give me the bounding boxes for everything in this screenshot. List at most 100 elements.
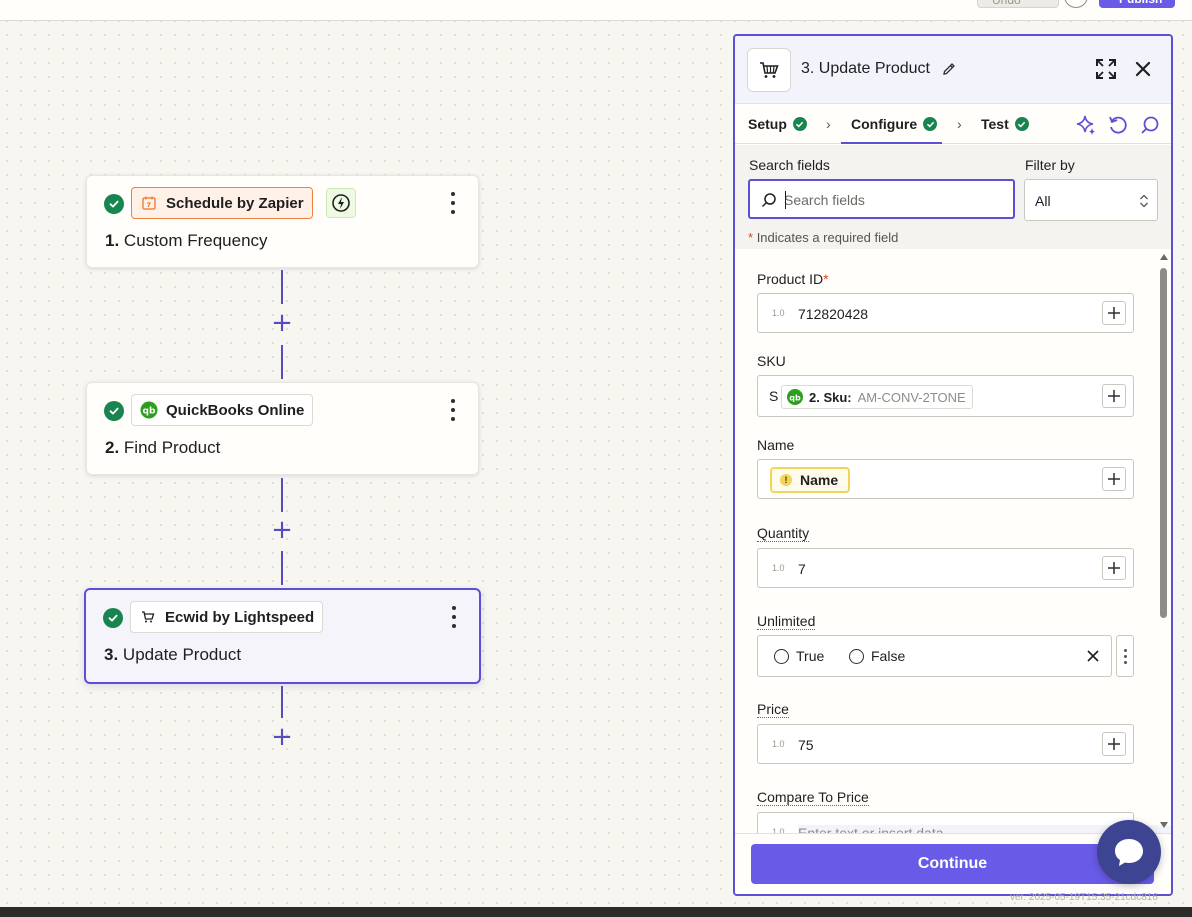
required-note: * Indicates a required field	[748, 230, 899, 245]
bolt-icon	[326, 188, 356, 218]
chat-support-button[interactable]	[1097, 820, 1161, 884]
panel-header: 3. Update Product	[735, 36, 1171, 104]
connector-line	[281, 270, 283, 304]
price-field[interactable]: 1.0 75	[757, 724, 1134, 764]
scroll-up-arrow[interactable]	[1160, 254, 1168, 260]
insert-data-button[interactable]	[1102, 732, 1126, 756]
active-tab-indicator	[841, 142, 942, 144]
connector-line	[281, 686, 283, 718]
calendar-icon	[140, 194, 158, 212]
cart-icon	[747, 48, 791, 92]
check-icon	[792, 117, 807, 131]
tab-configure[interactable]: Configure	[851, 116, 938, 132]
step-menu-button[interactable]	[450, 399, 456, 421]
check-icon	[103, 608, 123, 628]
connector-line	[281, 345, 283, 379]
app-name: Ecwid by Lightspeed	[165, 608, 315, 626]
quickbooks-icon: qb	[140, 401, 158, 419]
check-icon	[104, 194, 124, 214]
window-bottom-edge	[0, 907, 1192, 917]
filter-select[interactable]: All	[1024, 179, 1158, 221]
tab-setup[interactable]: Setup	[748, 116, 807, 132]
check-icon	[923, 117, 938, 131]
price-label: Price	[757, 701, 789, 718]
search-text-field[interactable]	[784, 190, 1004, 210]
compare-to-price-field[interactable]: 1.0 Enter text or insert data	[757, 812, 1171, 833]
mapped-data-chip[interactable]: qb 2. Sku: AM-CONV-2TONE	[781, 385, 973, 409]
app-name: QuickBooks Online	[166, 401, 305, 419]
tab-test[interactable]: Test	[981, 116, 1029, 132]
undo-button[interactable]: Undo	[977, 0, 1059, 8]
insert-data-button[interactable]	[1102, 301, 1126, 325]
chat-icon	[1115, 839, 1143, 866]
connector-line	[281, 478, 283, 512]
radio-false[interactable]: False	[849, 648, 905, 664]
radio-true[interactable]: True	[774, 648, 824, 664]
chevron-right-icon: ›	[826, 116, 831, 132]
search-icon[interactable]	[1139, 114, 1161, 136]
warning-icon: !	[780, 474, 792, 486]
clear-icon[interactable]	[1084, 647, 1102, 665]
updown-chevron-icon	[1140, 194, 1148, 208]
step-card-3[interactable]: Ecwid by Lightspeed 3. Update Product	[84, 588, 481, 684]
close-icon[interactable]	[1133, 59, 1153, 79]
unlimited-field: True False	[757, 635, 1112, 677]
app-pill-ecwid: Ecwid by Lightspeed	[130, 601, 324, 633]
app-name: Schedule by Zapier	[166, 194, 304, 212]
add-step-icon[interactable]: +	[270, 517, 294, 543]
number-type-icon: 1.0	[772, 739, 785, 749]
sku-label: SKU	[757, 353, 786, 369]
product-id-label: Product ID*	[757, 271, 829, 287]
panel-title: 3. Update Product	[801, 60, 930, 77]
insert-data-button[interactable]	[1102, 556, 1126, 580]
step-card-2[interactable]: qb QuickBooks Online 2. Find Product	[86, 382, 479, 475]
check-icon	[1014, 117, 1029, 131]
app-pill-quickbooks: qb QuickBooks Online	[131, 394, 314, 426]
quickbooks-icon: qb	[787, 389, 803, 405]
pencil-icon[interactable]	[941, 61, 957, 77]
name-label: Name	[757, 437, 795, 453]
expand-icon[interactable]	[1095, 58, 1117, 80]
cart-icon	[139, 608, 157, 626]
step-title: 3. Update Product	[104, 645, 242, 664]
product-id-field[interactable]: 1.0 712820428	[757, 293, 1134, 333]
number-type-icon: 1.0	[772, 563, 785, 573]
field-options-button[interactable]	[1116, 635, 1134, 677]
insert-data-button[interactable]	[1102, 467, 1126, 491]
step-card-1[interactable]: Schedule by Zapier 1. Custom Frequency	[86, 175, 479, 268]
step-menu-button[interactable]	[451, 606, 457, 628]
continue-button[interactable]: Continue	[751, 844, 1154, 884]
top-bar: Undo Publish	[0, 0, 1192, 21]
scroll-thumb[interactable]	[1160, 268, 1167, 618]
step-menu-button[interactable]	[450, 192, 456, 214]
svg-text:qb: qb	[143, 407, 156, 417]
fields-list: Product ID* 1.0 712820428 SKU S qb 2. Sk…	[735, 249, 1171, 833]
insert-data-button[interactable]	[1102, 384, 1126, 408]
name-field[interactable]: ! Name	[757, 459, 1134, 499]
search-fields-label: Search fields	[749, 157, 830, 173]
sku-field[interactable]: S qb 2. Sku: AM-CONV-2TONE	[757, 375, 1134, 417]
svg-text:qb: qb	[789, 394, 801, 403]
unlimited-label: Unlimited	[757, 613, 816, 630]
sparkle-icon[interactable]	[1075, 114, 1097, 136]
filter-by-label: Filter by	[1025, 157, 1075, 173]
step-title: 2. Find Product	[105, 438, 221, 457]
chevron-right-icon: ›	[957, 116, 962, 132]
step-title: 1. Custom Frequency	[105, 231, 268, 250]
fields-scrollbar[interactable]	[1157, 249, 1169, 833]
quantity-label: Quantity	[757, 525, 810, 542]
text-cursor	[785, 191, 786, 209]
search-fields-input[interactable]	[748, 179, 1015, 219]
missing-data-chip[interactable]: ! Name	[770, 467, 851, 493]
help-icon[interactable]	[1064, 0, 1088, 8]
add-step-icon[interactable]: +	[270, 310, 294, 336]
step-editor-panel: 3. Update Product Setup › Configure › Te…	[733, 34, 1173, 896]
version-text: ver. 2025-05-19T15:35-21cdc816	[1010, 892, 1158, 903]
scroll-down-arrow[interactable]	[1160, 822, 1168, 828]
refresh-icon[interactable]	[1107, 114, 1129, 136]
quantity-field[interactable]: 1.0 7	[757, 548, 1134, 588]
check-icon	[104, 401, 124, 421]
app-pill-schedule: Schedule by Zapier	[131, 187, 313, 219]
add-step-icon[interactable]: +	[270, 724, 294, 750]
publish-button[interactable]: Publish	[1099, 0, 1175, 8]
